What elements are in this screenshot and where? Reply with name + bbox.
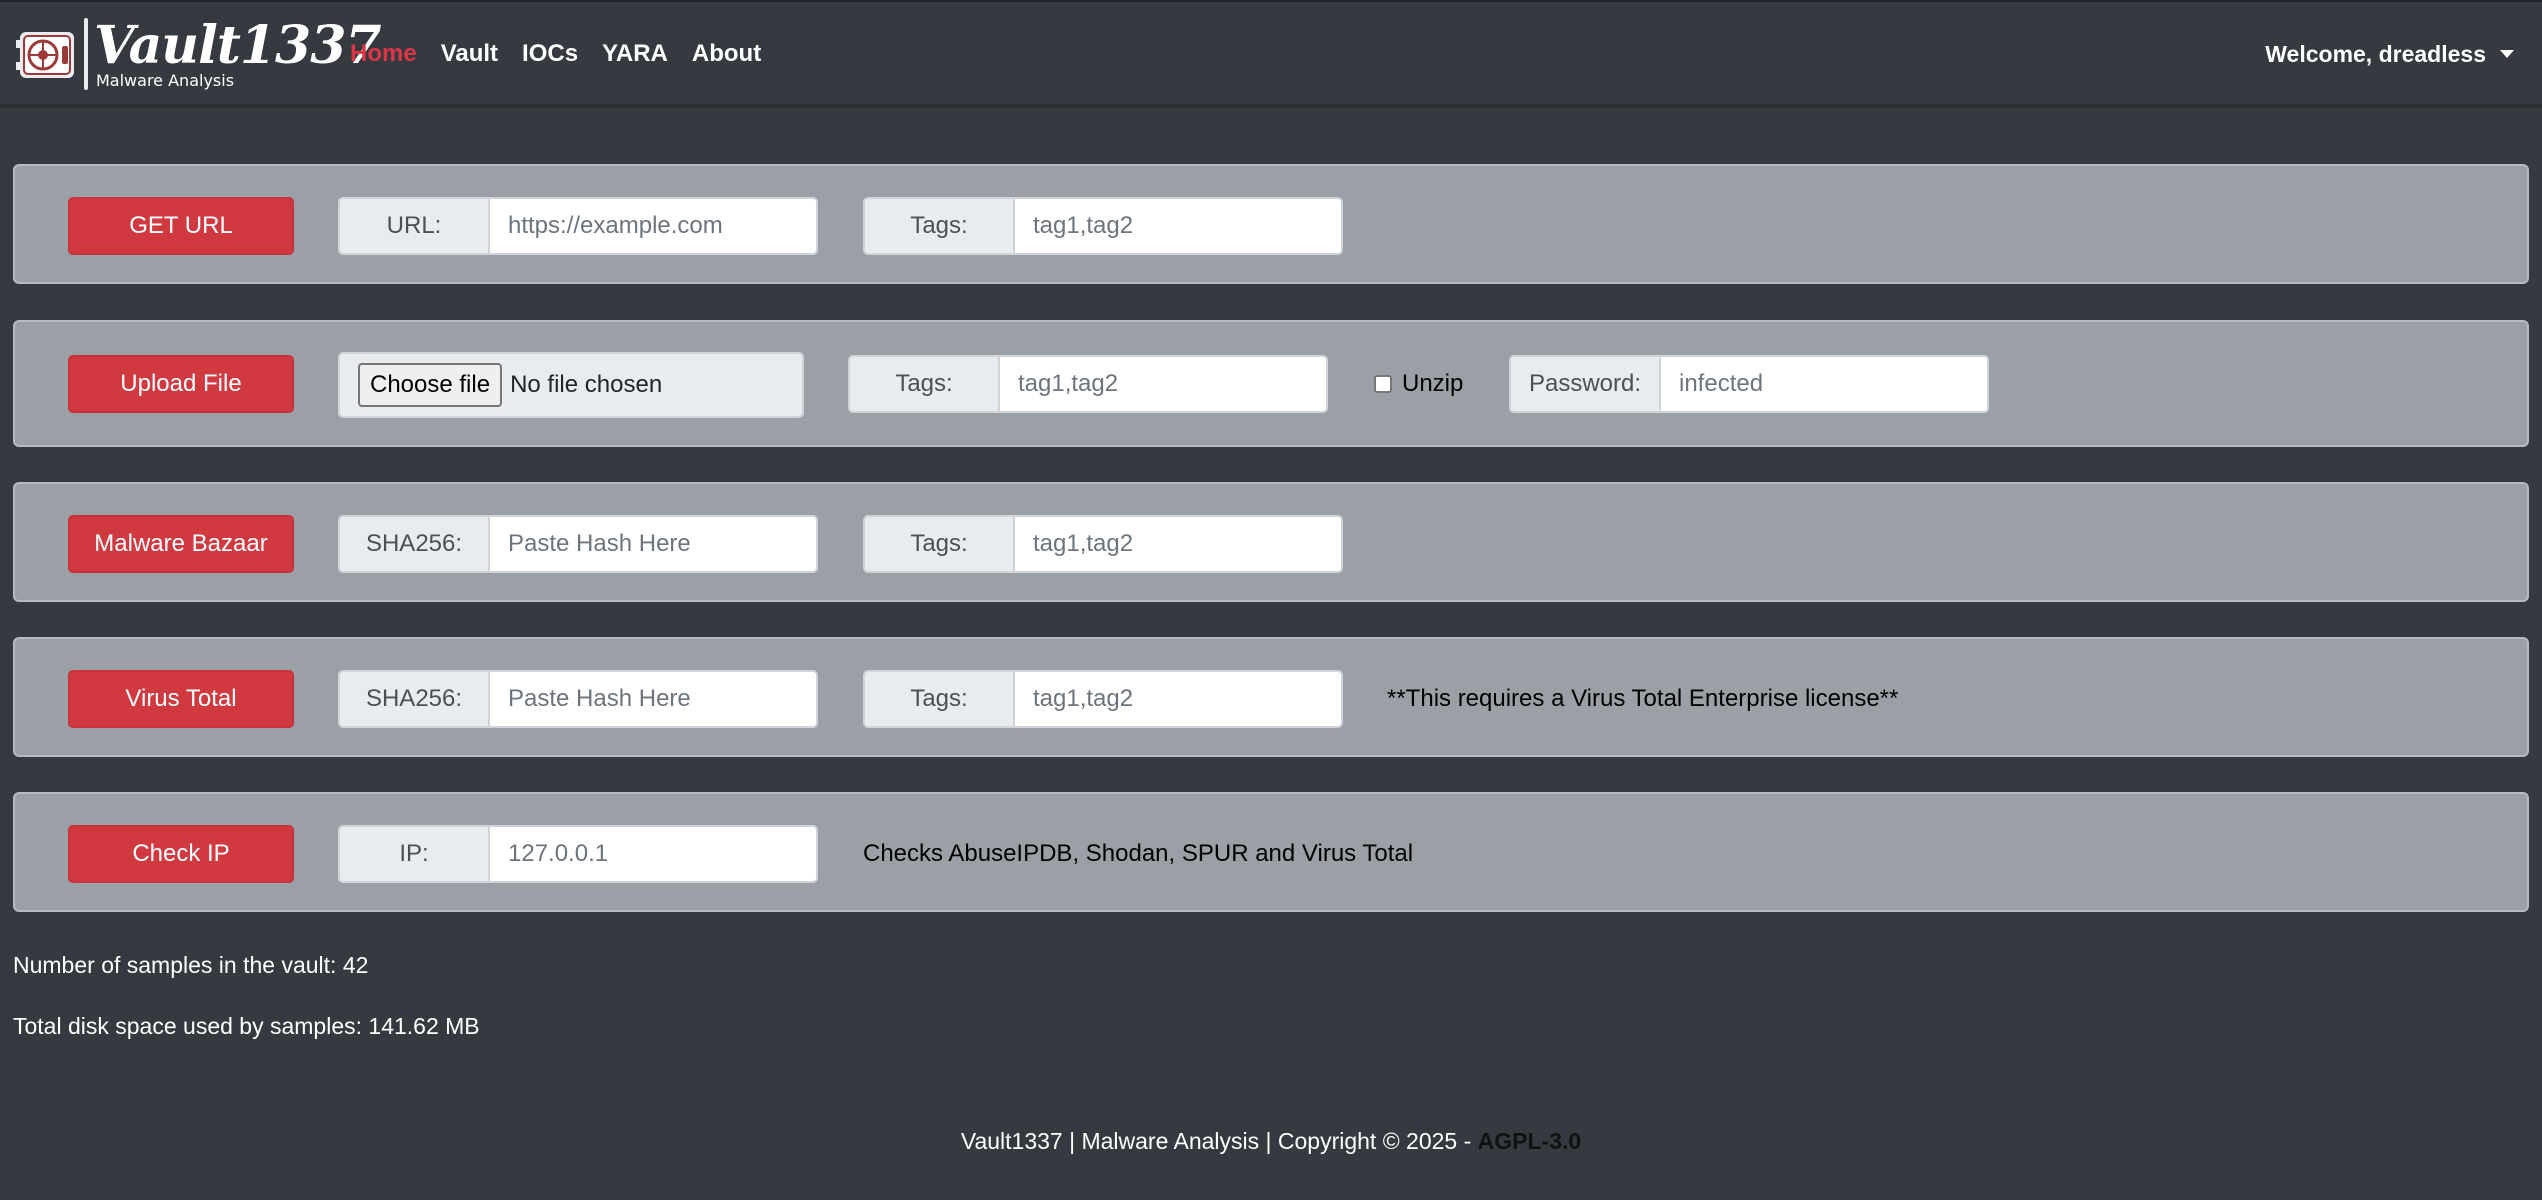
bazaar-tags-input[interactable] <box>1013 515 1343 573</box>
ip-input[interactable] <box>488 825 818 883</box>
tags-label: Tags: <box>863 670 1013 728</box>
vt-tags-input[interactable] <box>1013 670 1343 728</box>
nav-yara[interactable]: YARA <box>602 40 668 68</box>
brand-subtitle: Malware Analysis <box>96 70 235 90</box>
bazaar-hash-input-group: SHA256: <box>338 515 818 573</box>
url-input-group: URL: <box>338 197 818 255</box>
tags-label: Tags: <box>863 515 1013 573</box>
nav-vault[interactable]: Vault <box>441 40 498 68</box>
url-tags-input-group: Tags: <box>863 197 1343 255</box>
password-input-group: Password: <box>1509 355 1989 413</box>
nav-about[interactable]: About <box>692 40 761 68</box>
ip-check-note: Checks AbuseIPDB, Shodan, SPUR and Virus… <box>863 840 1414 867</box>
vault-logo-icon <box>16 32 74 78</box>
sha256-label: SHA256: <box>338 670 488 728</box>
tags-label: Tags: <box>863 197 1013 255</box>
password-input[interactable] <box>1659 355 1989 413</box>
brand-name: Vault1337 <box>94 14 382 76</box>
footer-text: Vault1337 | Malware Analysis | Copyright… <box>960 1128 1478 1154</box>
virus-total-card: Virus Total SHA256: Tags: **This require… <box>13 637 2529 757</box>
get-url-card: GET URL URL: Tags: <box>13 164 2529 284</box>
nav-iocs[interactable]: IOCs <box>522 40 578 68</box>
file-chooser: Choose file No file chosen <box>338 352 804 418</box>
vt-license-note: **This requires a Virus Total Enterprise… <box>1387 685 1899 712</box>
virus-total-button[interactable]: Virus Total <box>68 670 294 728</box>
choose-file-button[interactable]: Choose file <box>358 363 503 407</box>
unzip-checkbox[interactable] <box>1374 375 1392 393</box>
top-navbar: Vault1337 Malware Analysis Home Vault IO… <box>0 0 2542 106</box>
ip-input-group: IP: <box>338 825 818 883</box>
unzip-checkbox-group: Unzip <box>1374 355 1463 413</box>
check-ip-button[interactable]: Check IP <box>68 825 294 883</box>
upload-file-card: Upload File Choose file No file chosen T… <box>13 320 2529 447</box>
vt-hash-input-group: SHA256: <box>338 670 818 728</box>
sha256-label: SHA256: <box>338 515 488 573</box>
upload-tags-input[interactable] <box>998 355 1328 413</box>
password-label: Password: <box>1509 355 1659 413</box>
malware-bazaar-button[interactable]: Malware Bazaar <box>68 515 294 573</box>
nav-home[interactable]: Home <box>350 40 417 68</box>
bazaar-hash-input[interactable] <box>488 515 818 573</box>
license-link[interactable]: AGPL-3.0 <box>1478 1128 1582 1154</box>
url-input[interactable] <box>488 197 818 255</box>
vt-tags-input-group: Tags: <box>863 670 1343 728</box>
unzip-label[interactable]: Unzip <box>1402 370 1463 398</box>
malware-bazaar-card: Malware Bazaar SHA256: Tags: <box>13 482 2529 602</box>
get-url-button[interactable]: GET URL <box>68 197 294 255</box>
file-status: No file chosen <box>510 371 663 398</box>
check-ip-card: Check IP IP: Checks AbuseIPDB, Shodan, S… <box>13 792 2529 912</box>
user-menu-dropdown[interactable]: Welcome, dreadless <box>2265 2 2514 106</box>
samples-count: Number of samples in the vault: 42 <box>13 952 369 978</box>
ip-label: IP: <box>338 825 488 883</box>
brand-divider <box>84 18 88 90</box>
bazaar-tags-input-group: Tags: <box>863 515 1343 573</box>
tags-label: Tags: <box>848 355 998 413</box>
upload-tags-input-group: Tags: <box>848 355 1328 413</box>
upload-file-button[interactable]: Upload File <box>68 355 294 413</box>
footer: Vault1337 | Malware Analysis | Copyright… <box>0 1128 2542 1155</box>
url-tags-input[interactable] <box>1013 197 1343 255</box>
disk-usage: Total disk space used by samples: 141.62… <box>13 1013 480 1039</box>
brand[interactable]: Vault1337 Malware Analysis <box>14 14 382 90</box>
user-welcome: Welcome, dreadless <box>2265 40 2486 67</box>
url-label: URL: <box>338 197 488 255</box>
brand-text: Vault1337 Malware Analysis <box>94 14 382 90</box>
vt-hash-input[interactable] <box>488 670 818 728</box>
caret-down-icon <box>2500 50 2514 58</box>
nav-links: Home Vault IOCs YARA About <box>350 2 785 106</box>
